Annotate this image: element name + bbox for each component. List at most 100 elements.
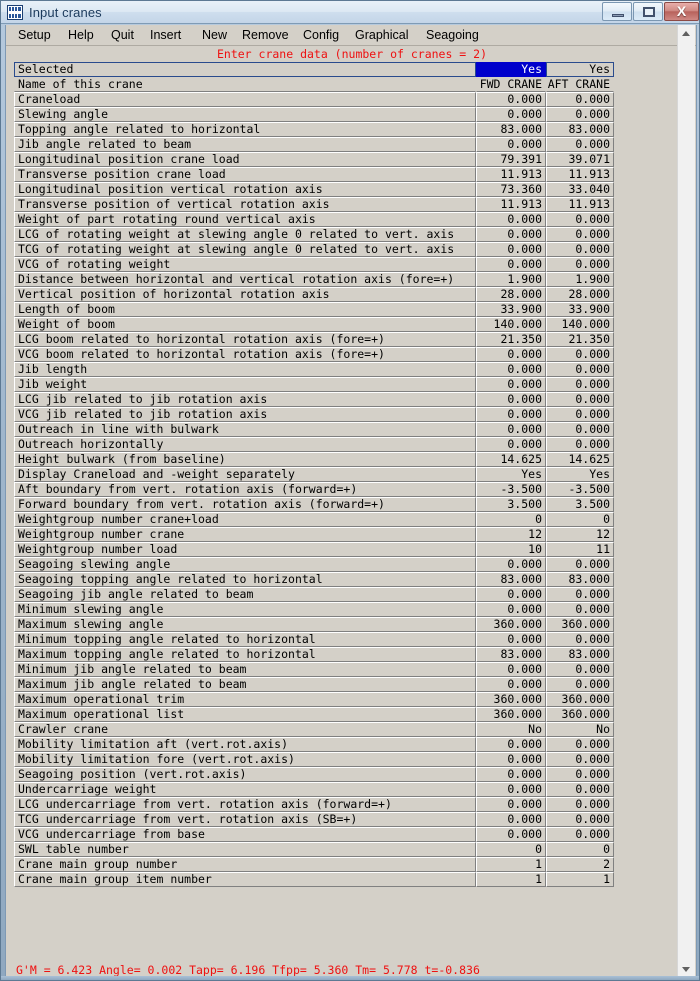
cell-fwd-crane[interactable]: FWD CRANE	[476, 77, 546, 92]
cell-aft-crane[interactable]: 0.000	[546, 797, 614, 812]
cell-fwd-crane[interactable]: 0.000	[476, 422, 546, 437]
table-row[interactable]: Seagoing jib angle related to beam 0.000 0…	[14, 587, 614, 602]
cell-fwd-crane[interactable]: 0.000	[476, 767, 546, 782]
cell-fwd-crane[interactable]: 0.000	[476, 212, 546, 227]
cell-aft-crane[interactable]: 0.000	[546, 137, 614, 152]
cell-aft-crane[interactable]: 0.000	[546, 752, 614, 767]
table-row[interactable]: VCG boom related to horizontal rotation …	[14, 347, 614, 362]
cell-fwd-crane[interactable]: 0.000	[476, 797, 546, 812]
cell-aft-crane[interactable]: Yes	[546, 467, 614, 482]
cell-aft-crane[interactable]: 360.000	[546, 707, 614, 722]
table-row[interactable]: Seagoing slewing angle 0.000 0.000	[14, 557, 614, 572]
minimize-button[interactable]	[602, 2, 632, 21]
cell-fwd-crane[interactable]: No	[476, 722, 546, 737]
cell-aft-crane[interactable]: 0.000	[546, 422, 614, 437]
cell-aft-crane[interactable]: 33.040	[546, 182, 614, 197]
cell-fwd-crane[interactable]: 360.000	[476, 707, 546, 722]
table-row[interactable]: Weightgroup number crane+load 0 0	[14, 512, 614, 527]
cell-fwd-crane[interactable]: 0.000	[476, 812, 546, 827]
cell-fwd-crane[interactable]: 3.500	[476, 497, 546, 512]
cell-aft-crane[interactable]: No	[546, 722, 614, 737]
table-row[interactable]: Maximum jib angle related to beam 0.000 0.…	[14, 677, 614, 692]
cell-aft-crane[interactable]: 39.071	[546, 152, 614, 167]
scrollbar-track[interactable]	[678, 42, 695, 961]
cell-aft-crane[interactable]: 2	[546, 857, 614, 872]
table-row[interactable]: Transverse position crane load 11.913 11.9…	[14, 167, 614, 182]
table-row[interactable]: Weightgroup number crane 12 12	[14, 527, 614, 542]
table-row[interactable]: LCG undercarriage from vert. rotation ax…	[14, 797, 614, 812]
menu-item-setup[interactable]: Setup	[14, 27, 55, 44]
cell-fwd-crane[interactable]: Yes	[476, 62, 546, 77]
cell-aft-crane[interactable]: 83.000	[546, 572, 614, 587]
cell-fwd-crane[interactable]: 14.625	[476, 452, 546, 467]
cell-fwd-crane[interactable]: 83.000	[476, 122, 546, 137]
table-row[interactable]: VCG undercarriage from base 0.000 0.000	[14, 827, 614, 842]
table-row[interactable]: Jib angle related to beam 0.000 0.000	[14, 137, 614, 152]
cell-fwd-crane[interactable]: 1	[476, 857, 546, 872]
table-row[interactable]: Selected Yes Yes	[14, 62, 614, 77]
cell-fwd-crane[interactable]: 360.000	[476, 692, 546, 707]
cell-aft-crane[interactable]: 0.000	[546, 602, 614, 617]
cell-fwd-crane[interactable]: 11.913	[476, 167, 546, 182]
table-row[interactable]: Name of this crane FWD CRANE AFT CRANE	[14, 77, 614, 92]
cell-fwd-crane[interactable]: 0.000	[476, 407, 546, 422]
cell-fwd-crane[interactable]: 360.000	[476, 617, 546, 632]
cell-aft-crane[interactable]: 11.913	[546, 167, 614, 182]
cell-fwd-crane[interactable]: 0.000	[476, 362, 546, 377]
table-row[interactable]: Mobility limitation aft (vert.rot.axis) 0…	[14, 737, 614, 752]
cell-fwd-crane[interactable]: 0.000	[476, 137, 546, 152]
table-row[interactable]: Longitudinal position vertical rotation …	[14, 182, 614, 197]
table-row[interactable]: VCG jib related to jib rotation axis 0.00…	[14, 407, 614, 422]
table-row[interactable]: TCG undercarriage from vert. rotation ax…	[14, 812, 614, 827]
cell-fwd-crane[interactable]: 10	[476, 542, 546, 557]
table-row[interactable]: Slewing angle 0.000 0.000	[14, 107, 614, 122]
cell-aft-crane[interactable]: 3.500	[546, 497, 614, 512]
menu-item-seagoing[interactable]: Seagoing	[422, 27, 483, 44]
cell-fwd-crane[interactable]: 0.000	[476, 257, 546, 272]
table-row[interactable]: Length of boom 33.900 33.900	[14, 302, 614, 317]
cell-fwd-crane[interactable]: 11.913	[476, 197, 546, 212]
cell-aft-crane[interactable]: 0.000	[546, 392, 614, 407]
cell-aft-crane[interactable]: 0.000	[546, 92, 614, 107]
cell-fwd-crane[interactable]: 0.000	[476, 752, 546, 767]
cell-aft-crane[interactable]: 28.000	[546, 287, 614, 302]
cell-fwd-crane[interactable]: 0.000	[476, 227, 546, 242]
cell-fwd-crane[interactable]: 0.000	[476, 437, 546, 452]
table-row[interactable]: Craneload 0.000 0.000	[14, 92, 614, 107]
table-row[interactable]: Jib weight 0.000 0.000	[14, 377, 614, 392]
table-row[interactable]: Forward boundary from vert. rotation axi…	[14, 497, 614, 512]
cell-fwd-crane[interactable]: 0.000	[476, 587, 546, 602]
cell-aft-crane[interactable]: 360.000	[546, 692, 614, 707]
cell-aft-crane[interactable]: Yes	[546, 62, 614, 77]
cell-aft-crane[interactable]: 21.350	[546, 332, 614, 347]
menu-item-remove[interactable]: Remove	[238, 27, 293, 44]
cell-aft-crane[interactable]: 1.900	[546, 272, 614, 287]
cell-aft-crane[interactable]: 14.625	[546, 452, 614, 467]
table-row[interactable]: Longitudinal position crane load 79.391 39…	[14, 152, 614, 167]
cell-aft-crane[interactable]: 0.000	[546, 827, 614, 842]
cell-aft-crane[interactable]: 0.000	[546, 677, 614, 692]
cell-fwd-crane[interactable]: 0.000	[476, 347, 546, 362]
table-row[interactable]: Vertical position of horizontal rotation…	[14, 287, 614, 302]
cell-aft-crane[interactable]: 0.000	[546, 227, 614, 242]
cell-aft-crane[interactable]: 1	[546, 872, 614, 887]
table-row[interactable]: Weight of part rotating round vertical a…	[14, 212, 614, 227]
cell-aft-crane[interactable]: 0.000	[546, 437, 614, 452]
menu-item-config[interactable]: Config	[299, 27, 343, 44]
cell-fwd-crane[interactable]: 1.900	[476, 272, 546, 287]
cell-fwd-crane[interactable]: 0	[476, 842, 546, 857]
cell-aft-crane[interactable]: 0.000	[546, 587, 614, 602]
menu-item-graphical[interactable]: Graphical	[351, 27, 413, 44]
cell-fwd-crane[interactable]: 0.000	[476, 737, 546, 752]
cell-fwd-crane[interactable]: 28.000	[476, 287, 546, 302]
cell-fwd-crane[interactable]: -3.500	[476, 482, 546, 497]
table-row[interactable]: Maximum operational list 360.000 360.000	[14, 707, 614, 722]
cell-fwd-crane[interactable]: 0.000	[476, 827, 546, 842]
menu-item-quit[interactable]: Quit	[107, 27, 138, 44]
cell-aft-crane[interactable]: 11.913	[546, 197, 614, 212]
table-row[interactable]: Undercarriage weight 0.000 0.000	[14, 782, 614, 797]
table-row[interactable]: Crane main group item number 1 1	[14, 872, 614, 887]
scroll-up-arrow-icon[interactable]	[678, 25, 695, 42]
table-row[interactable]: Height bulwark (from baseline) 14.625 14.6…	[14, 452, 614, 467]
cell-aft-crane[interactable]: 0.000	[546, 242, 614, 257]
